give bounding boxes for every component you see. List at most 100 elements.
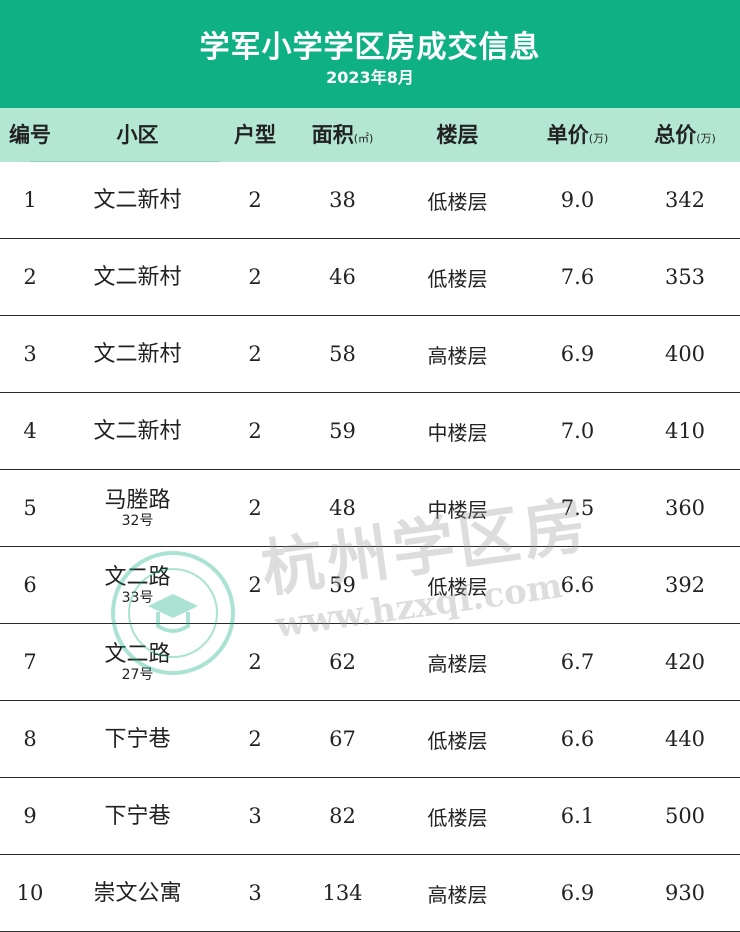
row-community-number: 27号 [121,666,154,683]
table-row: 5 马塍路 32号 2 48 中楼层 7.5 360 [0,470,740,547]
row-no: 2 [0,239,60,315]
row-community-number: 32号 [121,512,154,529]
header-unit-price-unit: (万) [588,132,609,145]
row-no-text: 4 [23,419,37,443]
page-subtitle: 2023年8月 [326,68,414,87]
row-no: 4 [0,393,60,469]
row-unit-price-text: 6.9 [560,342,595,366]
row-floor: 低楼层 [390,162,525,238]
row-no-text: 8 [23,727,37,751]
row-floor: 高楼层 [390,855,525,931]
row-unit-price: 6.7 [525,624,630,700]
row-area-text: 38 [329,188,356,212]
row-floor-text: 中楼层 [427,497,488,522]
row-community: 文二新村 [60,162,215,238]
row-area-text: 48 [329,496,356,520]
row-no-text: 6 [23,573,37,597]
row-unit-price: 6.9 [525,316,630,392]
header-total-price-unit: (万) [696,132,716,145]
row-area: 58 [295,316,390,392]
row-community-text: 文二新村 [93,418,182,444]
header-community: 小区 [60,108,215,162]
row-area-text: 134 [322,881,363,905]
header-floor-label: 楼层 [436,123,479,147]
row-unit-price: 6.1 [525,778,630,854]
row-type-text: 2 [248,419,262,443]
row-no: 3 [0,316,60,392]
row-total-price-text: 360 [664,496,706,520]
row-area-text: 46 [329,265,356,289]
row-area-text: 67 [329,727,356,751]
row-total-price-text: 342 [664,188,706,212]
row-type-text: 3 [248,804,262,828]
header-area-label: 面积 [311,123,354,147]
row-floor-text: 高楼层 [427,882,488,907]
row-type-text: 3 [248,881,262,905]
header-area-unit: (㎡) [353,132,374,145]
row-floor-text: 低楼层 [427,728,488,753]
row-community-number: 33号 [121,589,154,606]
row-floor: 中楼层 [390,393,525,469]
row-community-text: 文二路 [104,564,171,590]
row-area-text: 59 [329,573,356,597]
row-floor: 高楼层 [390,316,525,392]
row-unit-price: 6.6 [525,547,630,623]
row-total-price-text: 353 [664,265,706,289]
header-type-label: 户型 [234,123,276,147]
row-no: 9 [0,778,60,854]
page-title: 学军小学学区房成交信息 [199,30,541,65]
row-no: 10 [0,855,60,931]
table-row: 2 文二新村 2 46 低楼层 7.6 353 [0,239,740,316]
table-row: 6 文二路 33号 2 59 低楼层 6.6 392 [0,547,740,624]
row-floor: 低楼层 [390,239,525,315]
row-floor-text: 中楼层 [427,420,488,445]
row-community: 文二路 33号 [60,547,215,623]
row-area: 134 [295,855,390,931]
row-community: 文二新村 [60,239,215,315]
row-unit-price-text: 7.6 [560,265,595,289]
row-area: 59 [295,393,390,469]
row-area: 67 [295,701,390,777]
row-total-price: 360 [630,470,740,546]
row-area-text: 82 [329,804,356,828]
row-area: 82 [295,778,390,854]
row-no: 7 [0,624,60,700]
row-floor: 高楼层 [390,624,525,700]
table-row: 4 文二新村 2 59 中楼层 7.0 410 [0,393,740,470]
row-community-text: 马塍路 [104,487,171,513]
row-community: 崇文公寓 [60,855,215,931]
header-type: 户型 [215,108,295,162]
row-total-price: 353 [630,239,740,315]
row-unit-price-text: 7.0 [560,419,595,443]
row-unit-price: 9.0 [525,162,630,238]
row-total-price-text: 440 [664,727,706,751]
row-type-text: 2 [248,342,262,366]
row-total-price-text: 420 [664,650,706,674]
row-no-text: 10 [16,881,44,905]
row-total-price: 500 [630,778,740,854]
row-floor-text: 高楼层 [427,651,488,676]
row-total-price-text: 392 [664,573,706,597]
row-total-price: 420 [630,624,740,700]
row-no-text: 5 [23,496,37,520]
row-unit-price-text: 9.0 [560,188,595,212]
row-unit-price-text: 6.6 [560,573,595,597]
row-area: 48 [295,470,390,546]
row-area: 59 [295,547,390,623]
header-community-label: 小区 [116,123,159,147]
row-unit-price-text: 7.5 [560,496,595,520]
row-area: 46 [295,239,390,315]
row-type: 3 [215,778,295,854]
row-type: 2 [215,239,295,315]
title-banner: 学军小学学区房成交信息 2023年8月 [0,0,740,108]
row-area: 38 [295,162,390,238]
row-unit-price: 7.0 [525,393,630,469]
row-type: 2 [215,547,295,623]
row-floor: 中楼层 [390,470,525,546]
row-floor-text: 低楼层 [427,805,488,830]
row-type-text: 2 [248,650,262,674]
row-unit-price: 7.6 [525,239,630,315]
table-row: 8 下宁巷 2 67 低楼层 6.6 440 [0,701,740,778]
header-no-label: 编号 [9,123,51,147]
row-type: 2 [215,162,295,238]
